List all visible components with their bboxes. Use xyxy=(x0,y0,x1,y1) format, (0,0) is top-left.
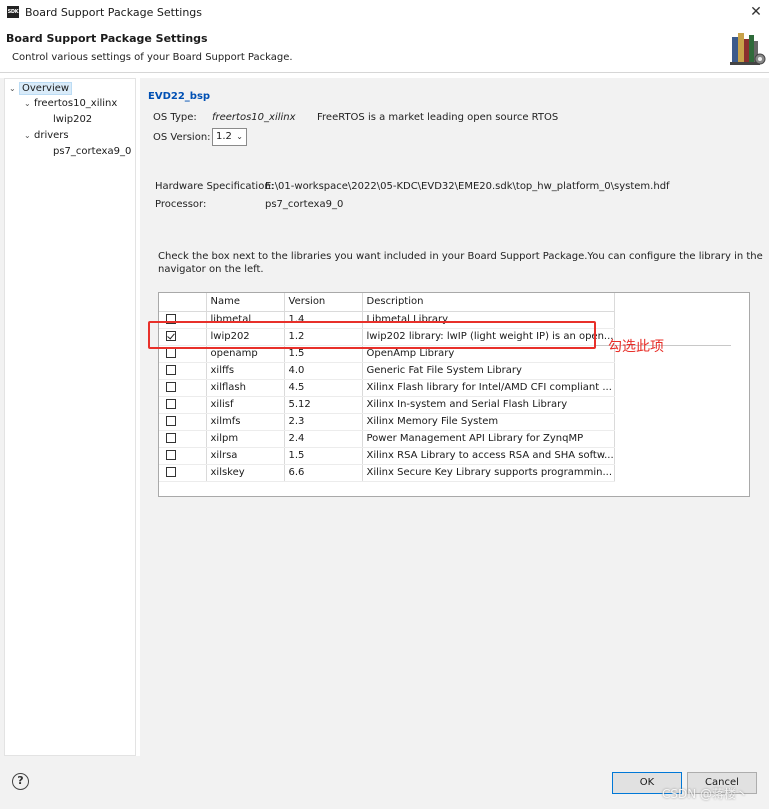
checkbox-cell xyxy=(159,396,207,414)
tree-item-label: lwip202 xyxy=(53,114,93,125)
os-version-value: 1.2 xyxy=(216,131,232,142)
chevron-down-icon: ⌄ xyxy=(236,132,243,141)
title-bar: SDK Board Support Package Settings ✕ xyxy=(0,0,769,26)
library-description-cell: Power Management API Library for ZynqMP xyxy=(362,430,615,448)
library-name-cell: xilmfs xyxy=(206,413,285,431)
table-row[interactable]: xilffs 4.0 Generic Fat File System Library xyxy=(159,362,615,380)
table-row[interactable]: xilflash 4.5 Xilinx Flash library for Inte… xyxy=(159,379,615,397)
library-checkbox[interactable] xyxy=(166,382,176,392)
instructions-line1: Check the box next to the libraries you … xyxy=(158,251,763,262)
library-version-cell: 4.5 xyxy=(284,379,363,397)
library-checkbox[interactable] xyxy=(166,348,176,358)
library-name-cell: xilffs xyxy=(206,362,285,380)
tree-item-freertos[interactable]: ⌄ freertos10_xilinx xyxy=(24,98,117,109)
chevron-down-icon[interactable]: ⌄ xyxy=(24,131,34,140)
library-checkbox[interactable] xyxy=(166,433,176,443)
library-description-cell: Xilinx In-system and Serial Flash Librar… xyxy=(362,396,615,414)
library-version-cell: 2.3 xyxy=(284,413,363,431)
annotation-text: 勾选此项 xyxy=(608,339,664,355)
os-description: FreeRTOS is a market leading open source… xyxy=(317,112,559,123)
header-separator xyxy=(0,72,769,73)
tree-item-label: Overview xyxy=(19,82,73,95)
library-checkbox[interactable] xyxy=(166,467,176,477)
instructions-line2: navigator on the left. xyxy=(158,264,264,275)
os-version-select[interactable]: 1.2 ⌄ xyxy=(212,128,247,146)
library-name-cell: xilflash xyxy=(206,379,285,397)
tree-item-ps7[interactable]: ps7_cortexa9_0 xyxy=(53,146,131,157)
help-icon[interactable]: ? xyxy=(12,773,29,790)
tree-item-label: ps7_cortexa9_0 xyxy=(53,146,132,157)
os-type-label: OS Type: xyxy=(153,112,197,123)
processor-value: ps7_cortexa9_0 xyxy=(265,199,344,210)
column-version[interactable]: Version xyxy=(284,293,363,312)
header-subtitle: Control various settings of your Board S… xyxy=(12,52,293,63)
table-header-row: Name Version Description xyxy=(159,293,615,312)
library-description-cell: Xilinx Secure Key Library supports progr… xyxy=(362,464,615,482)
library-name-cell: xilrsa xyxy=(206,447,285,465)
library-name-cell: xilpm xyxy=(206,430,285,448)
tree-item-drivers[interactable]: ⌄ drivers xyxy=(24,130,69,141)
chevron-down-icon[interactable]: ⌄ xyxy=(9,84,19,93)
books-icon xyxy=(730,33,766,65)
library-description-cell: Xilinx Memory File System xyxy=(362,413,615,431)
table-row[interactable]: xilpm 2.4 Power Management API Library for… xyxy=(159,430,615,448)
header-title: Board Support Package Settings xyxy=(6,32,208,45)
library-checkbox[interactable] xyxy=(166,416,176,426)
tree-item-overview[interactable]: ⌄ Overview xyxy=(9,82,73,95)
checkbox-cell xyxy=(159,379,207,397)
checkbox-cell xyxy=(159,447,207,465)
library-name-cell: xilisf xyxy=(206,396,285,414)
tree-item-lwip202[interactable]: lwip202 xyxy=(53,114,92,125)
column-name[interactable]: Name xyxy=(206,293,285,312)
bsp-name: EVD22_bsp xyxy=(148,91,211,102)
close-button[interactable]: ✕ xyxy=(747,3,765,21)
library-description-cell: Xilinx RSA Library to access RSA and SHA… xyxy=(362,447,615,465)
processor-label: Processor: xyxy=(155,199,207,210)
dialog-header: Board Support Package Settings Control v… xyxy=(0,26,769,72)
library-checkbox[interactable] xyxy=(166,399,176,409)
table-row[interactable]: xilmfs 2.3 Xilinx Memory File System xyxy=(159,413,615,431)
sdk-logo-icon: SDK xyxy=(7,6,19,18)
library-checkbox[interactable] xyxy=(166,450,176,460)
library-version-cell: 4.0 xyxy=(284,362,363,380)
library-checkbox[interactable] xyxy=(166,365,176,375)
table-row[interactable]: xilskey 6.6 Xilinx Secure Key Library supp… xyxy=(159,464,615,482)
library-name-cell: xilskey xyxy=(206,464,285,482)
column-description[interactable]: Description xyxy=(362,293,615,312)
hw-spec-label: Hardware Specification: xyxy=(155,181,275,192)
library-version-cell: 1.5 xyxy=(284,447,363,465)
library-version-cell: 2.4 xyxy=(284,430,363,448)
library-description-cell: Generic Fat File System Library xyxy=(362,362,615,380)
os-version-label: OS Version: xyxy=(153,132,211,143)
window-title: Board Support Package Settings xyxy=(25,6,203,19)
chevron-down-icon[interactable]: ⌄ xyxy=(24,99,34,108)
tree-item-label: freertos10_xilinx xyxy=(34,98,118,109)
library-version-cell: 5.12 xyxy=(284,396,363,414)
table-row[interactable]: xilrsa 1.5 Xilinx RSA Library to access RS… xyxy=(159,447,615,465)
checkbox-cell xyxy=(159,362,207,380)
hw-spec-value: E:\01-workspace\2022\05-KDC\EVD32\EME20.… xyxy=(265,181,670,192)
tree-item-label: drivers xyxy=(34,130,69,141)
library-description-cell: Xilinx Flash library for Intel/AMD CFI c… xyxy=(362,379,615,397)
checkbox-cell xyxy=(159,413,207,431)
annotation-highlight-box xyxy=(148,321,596,349)
table-row[interactable]: xilisf 5.12 Xilinx In-system and Serial Fl… xyxy=(159,396,615,414)
navigator-tree xyxy=(4,78,136,756)
checkbox-cell xyxy=(159,430,207,448)
checkbox-cell xyxy=(159,464,207,482)
watermark: CSDN @蒋楼丶 xyxy=(662,787,749,801)
os-type-value: freertos10_xilinx xyxy=(212,112,296,123)
library-version-cell: 6.6 xyxy=(284,464,363,482)
column-check xyxy=(159,293,207,312)
